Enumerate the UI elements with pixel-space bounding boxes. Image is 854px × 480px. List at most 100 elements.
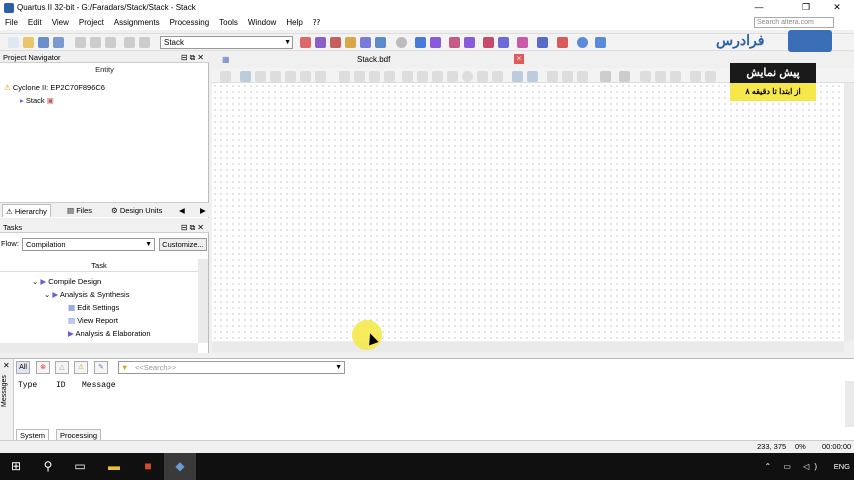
save-bdf-icon[interactable] [600,71,611,82]
menu-assignments[interactable]: Assignments [109,18,165,27]
redo-icon[interactable] [705,71,716,82]
text-tool-icon[interactable] [285,71,296,82]
tasks-vscroll[interactable] [198,259,208,343]
megawizard-icon[interactable] [360,37,371,48]
system-tray-icons[interactable]: ⌃ ▭ ◁) [764,453,822,480]
menu-tools[interactable]: Tools [214,18,243,27]
close-document-icon[interactable]: × [514,54,524,64]
rubberbanding-icon[interactable] [527,71,538,82]
maximize-button[interactable]: ❐ [792,0,820,15]
task-column-header[interactable]: Task [0,259,198,272]
device-row[interactable]: ⚠ Cyclone II: EP2C70F896C6 [4,82,105,93]
messages-vscroll[interactable] [845,381,854,427]
about-icon[interactable] [595,37,606,48]
close-window-button[interactable]: ✕ [823,0,851,15]
tab-files[interactable]: ▤ Files [64,204,95,217]
canvas-vertical-scrollbar[interactable] [844,83,854,341]
orthogonal-bus-icon[interactable] [369,71,380,82]
print-icon[interactable] [619,71,630,82]
save-icon[interactable] [38,37,49,48]
conduit-icon[interactable] [384,71,395,82]
zoom-tool-icon[interactable] [255,71,266,82]
straight-line-icon[interactable] [477,71,488,82]
file-explorer-icon[interactable]: ▬ [98,453,130,480]
chip-planner-icon[interactable] [300,37,311,48]
signaltap-icon[interactable] [537,37,548,48]
panel-controls[interactable]: ⊟⧉✕ [181,52,206,63]
tab-scroll-right[interactable]: ▶ [197,204,209,217]
quartus-taskbar-icon[interactable]: ◆ [164,453,196,480]
paste-icon[interactable] [670,71,681,82]
timing-analyzer-icon[interactable] [449,37,460,48]
block-tool-icon[interactable] [339,71,350,82]
filter-error-icon[interactable]: ⊗ [36,361,50,374]
redo-icon[interactable] [139,37,150,48]
schematic-canvas[interactable] [212,83,844,341]
task-compile-design[interactable]: ⌄ ▶ Compile Design [32,276,101,287]
menu-edit[interactable]: Edit [23,18,47,27]
rectangle-icon[interactable] [447,71,458,82]
entity-column-header[interactable]: Entity [0,64,209,76]
help-icon[interactable] [577,37,588,48]
timequest-icon[interactable] [464,37,475,48]
technology-map-icon[interactable] [498,37,509,48]
whats-this-icon[interactable]: ⁇ [308,18,325,27]
filter-warning-icon[interactable]: ⚠ [74,361,88,374]
copy-icon[interactable] [655,71,666,82]
assignment-editor-icon[interactable] [330,37,341,48]
open-file-icon[interactable] [23,37,34,48]
tasks-hscroll[interactable] [0,343,198,353]
column-type[interactable]: Type [18,381,37,390]
line-icon[interactable] [417,71,428,82]
diagonal-line-icon[interactable] [402,71,413,82]
customize-button[interactable]: Customize... [159,238,207,251]
tab-scroll-left[interactable]: ◀ [176,204,188,217]
stop-icon[interactable] [396,37,407,48]
filter-all-button[interactable]: All [16,361,30,374]
cut-icon[interactable] [640,71,651,82]
search-icon[interactable]: ⚲ [32,453,64,480]
netlist-icon[interactable] [375,37,386,48]
windows-start-icon[interactable]: ⊞ [0,453,32,480]
analysis-synthesis-icon[interactable] [430,37,441,48]
filter-suppressed-icon[interactable]: ✎ [94,361,108,374]
flow-select[interactable]: Compilation ▼ [22,238,155,251]
document-tab[interactable]: ▦ Stack.bdf [222,53,390,66]
detach-window-icon[interactable] [220,71,231,82]
menu-help[interactable]: Help [281,18,307,27]
orthogonal-node-icon[interactable] [354,71,365,82]
pin-tool-icon[interactable] [315,71,326,82]
filter-critical-warning-icon[interactable]: △ [55,361,69,374]
copy-icon[interactable] [90,37,101,48]
bus-line-icon[interactable] [432,71,443,82]
settings-icon[interactable] [345,37,356,48]
new-file-icon[interactable] [8,37,19,48]
partial-line-icon[interactable] [512,71,523,82]
paste-icon[interactable] [105,37,116,48]
undo-icon[interactable] [690,71,701,82]
hand-tool-icon[interactable] [270,71,281,82]
tab-hierarchy[interactable]: ⚠ Hierarchy [2,204,51,217]
arc-icon[interactable] [492,71,503,82]
search-altera-input[interactable]: Search altera.com [754,17,834,28]
input-language[interactable]: ENG [834,453,850,480]
programmer-icon[interactable] [517,37,528,48]
message-search-input[interactable]: ▼ <<Search>> ▼ [118,361,345,374]
menu-processing[interactable]: Processing [165,18,215,27]
menu-project[interactable]: Project [74,18,109,27]
flip-horizontal-icon[interactable] [547,71,558,82]
undo-icon[interactable] [124,37,135,48]
minimize-button[interactable]: — [745,0,773,15]
rotate-icon[interactable] [577,71,588,82]
task-analysis-synthesis[interactable]: ⌄ ▶ Analysis & Synthesis [44,289,129,300]
task-analysis-elaboration[interactable]: ▶ Analysis & Elaboration [68,328,151,339]
column-message[interactable]: Message [82,381,116,390]
oval-icon[interactable] [462,71,473,82]
simulation-icon[interactable] [557,37,568,48]
menu-view[interactable]: View [47,18,74,27]
menu-file[interactable]: File [0,18,23,27]
start-compilation-icon[interactable] [415,37,426,48]
revision-select[interactable]: Stack ▼ [160,36,293,49]
menu-window[interactable]: Window [243,18,281,27]
cut-icon[interactable] [75,37,86,48]
